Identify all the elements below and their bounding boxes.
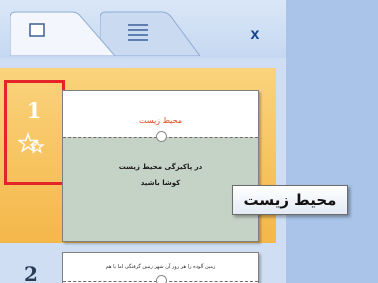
slide-1-selection[interactable]: 1 محیط زیست در پاکیزگی محیط زیست کوشا با…	[0, 68, 276, 243]
slide-thumbnail-list[interactable]: 1 محیط زیست در پاکیزگی محیط زیست کوشا با…	[0, 58, 286, 283]
tab-slides[interactable]	[10, 10, 115, 56]
slide-1-thumbnail[interactable]: محیط زیست در پاکیزگی محیط زیست کوشا باشی…	[62, 90, 259, 242]
pane-tab-strip: x	[0, 0, 286, 58]
rotate-handle	[156, 275, 167, 283]
slide-title-tooltip: محیط زیست	[232, 185, 348, 215]
tab-outline[interactable]	[100, 10, 200, 56]
rotate-handle	[156, 131, 167, 142]
close-pane-button[interactable]: x	[242, 24, 268, 46]
slides-pane: x 1 محیط زیست در پاکیزگی محیط زیست کوشا …	[0, 0, 286, 283]
highlight-box	[4, 80, 65, 185]
slide-subtitle-line-1: در پاکیزگی محیط زیست	[118, 163, 203, 171]
slide-content-area	[63, 137, 258, 241]
slides-view-icon	[29, 23, 45, 37]
slide-subtitle-line-2: کوشا باشید	[140, 179, 181, 187]
slide-2-title: زمین آلوده را هر روز آن شهر زمین گرفتگی …	[105, 264, 216, 270]
slide-2-thumbnail[interactable]: زمین آلوده را هر روز آن شهر زمین گرفتگی …	[62, 252, 259, 283]
slide-2-number: 2	[24, 262, 38, 283]
slide-title: محیط زیست	[138, 116, 183, 125]
